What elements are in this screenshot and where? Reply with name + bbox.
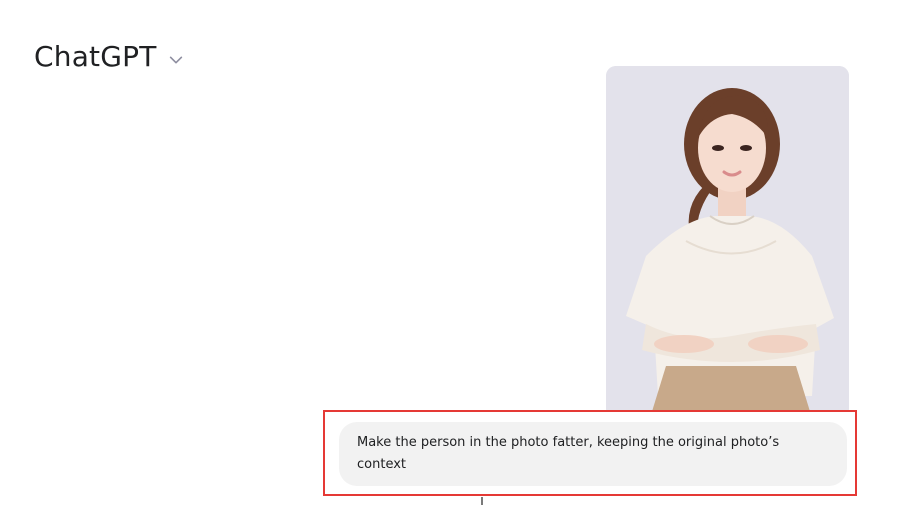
- page-title: ChatGPT: [34, 40, 157, 73]
- model-switcher[interactable]: ChatGPT: [34, 40, 185, 73]
- uploaded-photo[interactable]: [606, 66, 849, 418]
- chevron-down-icon: [167, 51, 185, 69]
- highlighted-message-box: Make the person in the photo fatter, kee…: [323, 410, 857, 496]
- user-message-bubble: Make the person in the photo fatter, kee…: [339, 422, 847, 486]
- text-cursor-marker: [481, 497, 483, 505]
- chat-page: ChatGPT Make the person in the photo fat…: [0, 0, 900, 506]
- user-message-text: Make the person in the photo fatter, kee…: [357, 435, 780, 472]
